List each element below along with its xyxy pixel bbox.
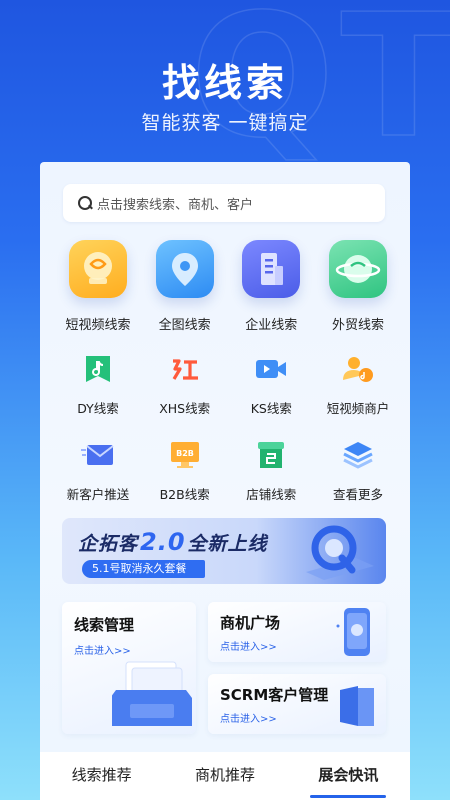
feature-map-leads[interactable]: 全图线索: [145, 240, 225, 333]
tile-enter-link[interactable]: 点击进入>>: [74, 642, 131, 657]
douyin-icon: [80, 352, 116, 386]
feature-xhs-leads[interactable]: XHS线索: [145, 352, 225, 417]
merchant-user-icon: [340, 352, 376, 386]
feature-label: KS线索: [250, 401, 292, 416]
map-pin-icon: [155, 240, 214, 298]
feature-dy-leads[interactable]: DY线索: [58, 352, 138, 417]
shop-icon: [253, 438, 289, 472]
globe-icon: [328, 240, 387, 298]
tile-title: 商机广场: [220, 614, 281, 632]
scrm-tile[interactable]: SCRM客户管理 点击进入>>: [208, 674, 386, 734]
feature-label: B2B线索: [159, 487, 210, 502]
b2b-icon: B2B: [167, 438, 203, 472]
feature-label: 短视频线索: [65, 318, 131, 333]
xiaohongshu-icon: [167, 352, 203, 386]
search-icon: [77, 195, 93, 211]
page-title: 找线索: [161, 61, 288, 105]
drawer-illustration: [112, 661, 192, 726]
tab-exhibition-news[interactable]: 展会快讯: [310, 752, 387, 800]
tab-opportunity-recommend[interactable]: 商机推荐: [187, 752, 263, 800]
promo-banner[interactable]: 企拓客2.0 全新上线 5.1号取消永久套餐: [62, 518, 386, 584]
banner-pill: 5.1号取消永久套餐: [82, 560, 205, 578]
page-subtitle: 智能获客 一键搞定: [141, 112, 309, 134]
tile-enter-link[interactable]: 点击进入>>: [220, 710, 277, 725]
secondary-features-row-2: 新客户推送 B2B B2B线索 店铺线索 查看更多: [58, 438, 398, 503]
feature-label: XHS线索: [159, 401, 211, 416]
svg-text:B2B: B2B: [176, 449, 194, 458]
tile-title: SCRM客户管理: [220, 686, 329, 704]
feature-label: 外贸线索: [331, 318, 384, 333]
tile-title: 线索管理: [74, 616, 135, 634]
feature-b2b-leads[interactable]: B2B B2B线索: [145, 438, 225, 503]
feature-foreign-trade-leads[interactable]: 外贸线索: [318, 240, 398, 333]
opportunity-plaza-tile[interactable]: 商机广场 点击进入>>: [208, 602, 386, 662]
feature-label: DY线索: [77, 401, 119, 416]
layers-icon: [340, 438, 376, 472]
phone-illustration: [336, 608, 370, 656]
feature-label: 企业线索: [245, 318, 298, 333]
banner-title-suffix: 全新上线: [187, 533, 268, 555]
leads-management-tile[interactable]: 线索管理 点击进入>>: [62, 602, 196, 734]
tab-leads-recommend[interactable]: 线索推荐: [64, 752, 140, 800]
secondary-features-row-1: DY线索 XHS线索 KS线索 短视频商户: [58, 352, 398, 417]
banner-logo-art: [298, 522, 376, 580]
feature-label: 店铺线索: [246, 487, 297, 502]
door-illustration: [340, 686, 374, 726]
search-placeholder: 点击搜索线索、商机、客户: [97, 197, 254, 213]
kuaishou-icon: [253, 352, 289, 386]
feature-label: 短视频商户: [326, 401, 390, 416]
feature-short-video-leads[interactable]: 短视频线索: [58, 240, 138, 333]
feature-view-more[interactable]: 查看更多: [318, 438, 398, 503]
feature-label: 查看更多: [332, 487, 383, 502]
tile-enter-link[interactable]: 点击进入>>: [220, 638, 277, 653]
feature-ks-leads[interactable]: KS线索: [231, 352, 311, 417]
feature-short-video-merchants[interactable]: 短视频商户: [318, 352, 398, 417]
feature-label: 全图线索: [158, 318, 211, 333]
building-icon: [242, 240, 301, 298]
bottom-tab-bar: 线索推荐 商机推荐 展会快讯: [40, 752, 410, 800]
main-card: 点击搜索线索、商机、客户 短视频线索 全图线索 企业线索 外贸线索 DY线索 X…: [40, 162, 410, 752]
feature-new-customer-push[interactable]: 新客户推送: [58, 438, 138, 503]
search-bar[interactable]: 点击搜索线索、商机、客户: [63, 184, 385, 222]
primary-features: 短视频线索 全图线索 企业线索 外贸线索: [58, 240, 398, 333]
banner-version: 2.0: [140, 528, 186, 556]
feature-label: 新客户推送: [66, 487, 130, 502]
banner-title: 企拓客2.0 全新上线: [78, 528, 268, 556]
feature-enterprise-leads[interactable]: 企业线索: [231, 240, 311, 333]
mail-push-icon: [80, 438, 116, 472]
feature-shop-leads[interactable]: 店铺线索: [231, 438, 311, 503]
short-video-icon: [69, 240, 127, 298]
banner-title-prefix: 企拓客: [78, 533, 139, 555]
